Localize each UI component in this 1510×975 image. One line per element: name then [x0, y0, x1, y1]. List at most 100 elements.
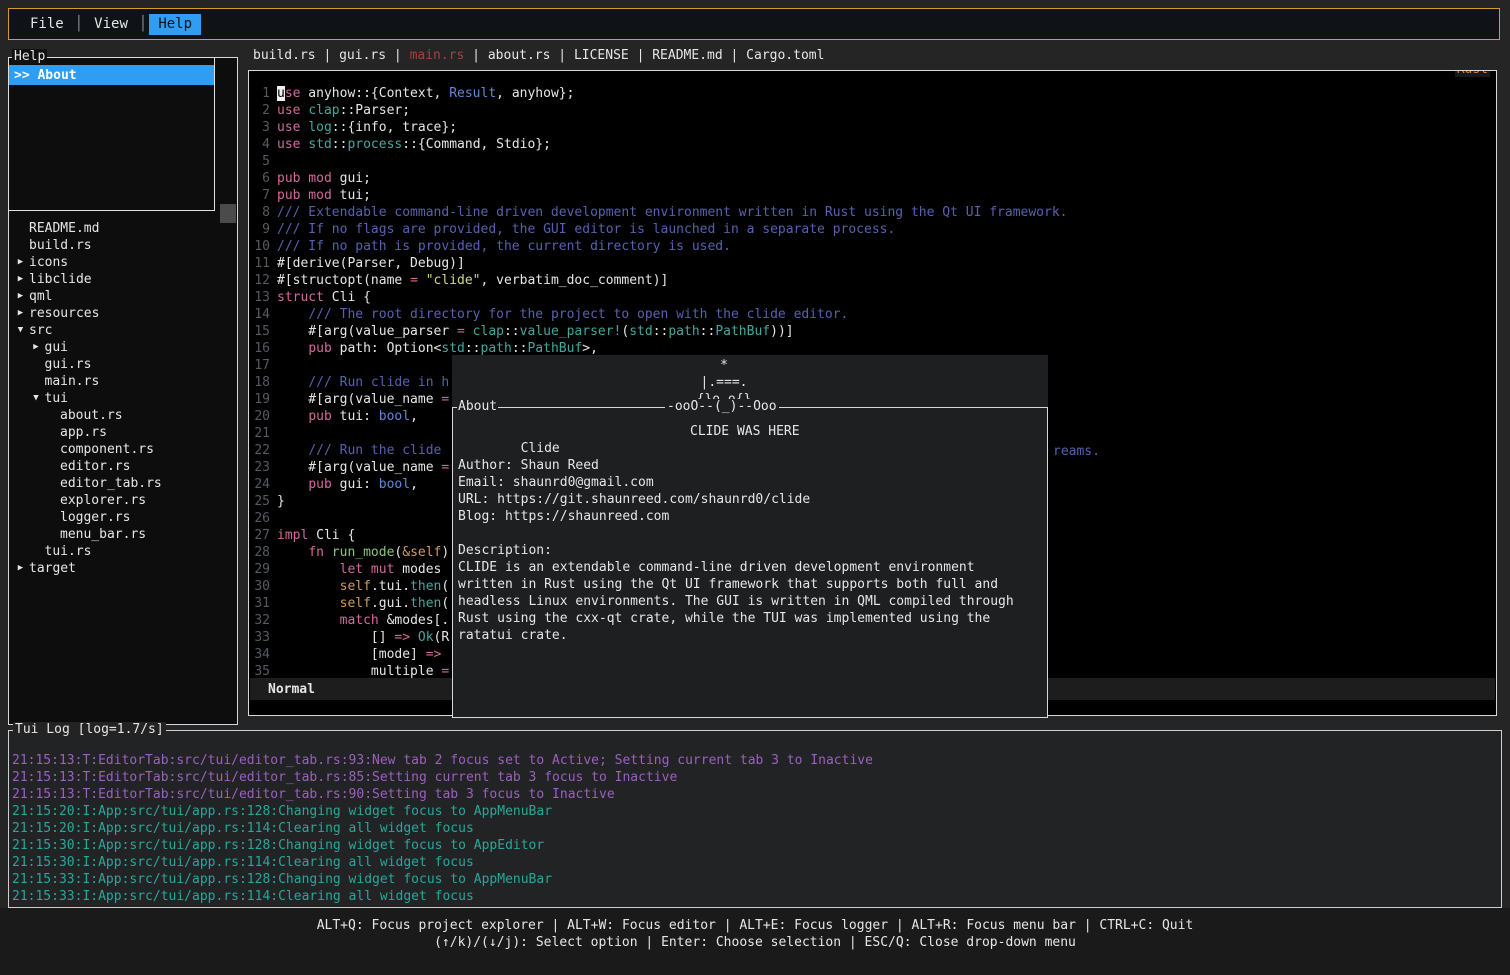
tree-item-label: resources: [29, 305, 99, 322]
help-menu-item-about[interactable]: >> About: [9, 65, 214, 85]
code-line[interactable]: 12#[structopt(name = "clide", verbatim_d…: [250, 272, 1495, 289]
tab-build.rs[interactable]: build.rs: [253, 47, 316, 65]
shortcut-hint-bar: ALT+Q: Focus project explorer | ALT+W: F…: [0, 908, 1510, 975]
triangle-right-icon[interactable]: ▶: [12, 271, 29, 288]
tree-item-logger.rs[interactable]: logger.rs: [10, 509, 236, 526]
tree-item-resources[interactable]: ▶resources: [10, 305, 236, 322]
line-number: 13: [250, 289, 270, 306]
line-number: 26: [250, 510, 270, 527]
tab-about.rs[interactable]: about.rs: [488, 47, 551, 65]
tab-separator: |: [386, 47, 409, 65]
menu-bar: File│View│Help: [8, 8, 1500, 40]
line-number: 3: [250, 119, 270, 136]
triangle-right-icon[interactable]: ▶: [12, 305, 29, 322]
line-number: 29: [250, 561, 270, 578]
tree-item-gui.rs[interactable]: gui.rs: [10, 356, 236, 373]
ascii-art-line: |.===.: [426, 374, 1022, 391]
code-line[interactable]: 6pub mod gui;: [250, 170, 1495, 187]
code-line[interactable]: 3use log::{info, trace};: [250, 119, 1495, 136]
tab-separator: |: [550, 47, 573, 65]
tab-main.rs[interactable]: main.rs: [410, 47, 465, 65]
explorer-scrollbar-thumb[interactable]: [220, 204, 236, 223]
about-popup-line: Author: Shaun Reed: [458, 457, 1042, 474]
tree-item-editor_tab.rs[interactable]: editor_tab.rs: [10, 475, 236, 492]
code-line[interactable]: 7pub mod tui;: [250, 187, 1495, 204]
tree-item-label: README.md: [29, 220, 99, 237]
tree-item-icons[interactable]: ▶icons: [10, 254, 236, 271]
tree-item-editor.rs[interactable]: editor.rs: [10, 458, 236, 475]
tree-item-tui.rs[interactable]: tui.rs: [10, 543, 236, 560]
about-app-name: Clide: [521, 441, 560, 456]
log-entry: 21:15:13:T:EditorTab:src/tui/editor_tab.…: [12, 769, 1498, 786]
code-line[interactable]: 14 /// The root directory for the projec…: [250, 306, 1495, 323]
log-entry: 21:15:13:T:EditorTab:src/tui/editor_tab.…: [12, 786, 1498, 803]
tree-item-menu_bar.rs[interactable]: menu_bar.rs: [10, 526, 236, 543]
triangle-right-icon[interactable]: ▶: [12, 288, 29, 305]
tree-item-qml[interactable]: ▶qml: [10, 288, 236, 305]
tree-item-explorer.rs[interactable]: explorer.rs: [10, 492, 236, 509]
code-line[interactable]: 2use clap::Parser;: [250, 102, 1495, 119]
about-popup-lines: Author: Shaun ReedEmail: shaunrd0@gmail.…: [458, 440, 1042, 644]
about-popup-line: URL: https://git.shaunreed.com/shaunrd0/…: [458, 491, 1042, 508]
tab-separator: |: [629, 47, 652, 65]
tab-gui.rs[interactable]: gui.rs: [339, 47, 386, 65]
triangle-right-icon[interactable]: ▶: [12, 254, 29, 271]
tree-item-README.md[interactable]: README.md: [10, 220, 236, 237]
tree-item-app.rs[interactable]: app.rs: [10, 424, 236, 441]
line-number: 18: [250, 374, 270, 391]
code-line[interactable]: 5: [250, 153, 1495, 170]
line-number: 17: [250, 357, 270, 374]
tree-item-component.rs[interactable]: component.rs: [10, 441, 236, 458]
triangle-down-icon[interactable]: ▼: [12, 322, 29, 339]
line-number: 21: [250, 425, 270, 442]
tree-item-src[interactable]: ▼src: [10, 322, 236, 339]
tree-item-gui[interactable]: ▶gui: [10, 339, 236, 356]
about-popup: *|.===.{}o o{} About -ooO--(_)--Ooo Clid…: [452, 355, 1048, 718]
line-number: 28: [250, 544, 270, 561]
about-name-row: Clide CLIDE WAS HERE: [458, 423, 1042, 440]
file-tree: README.mdbuild.rs▶icons▶libclide▶qml▶res…: [10, 220, 236, 577]
tree-item-target[interactable]: ▶target: [10, 560, 236, 577]
line-number: 31: [250, 595, 270, 612]
code-line[interactable]: 8/// Extendable command-line driven deve…: [250, 204, 1495, 221]
line-number: 24: [250, 476, 270, 493]
code-line[interactable]: 13struct Cli {: [250, 289, 1495, 306]
line-number: 2: [250, 102, 270, 119]
tree-item-label: gui: [45, 339, 68, 356]
tree-item-build.rs[interactable]: build.rs: [10, 237, 236, 254]
menu-item-file[interactable]: File: [21, 14, 73, 35]
triangle-down-icon[interactable]: ▼: [28, 390, 45, 407]
triangle-right-icon[interactable]: ▶: [12, 560, 29, 577]
tree-item-label: libclide: [29, 271, 92, 288]
code-line[interactable]: 10/// If no path is provided, the curren…: [250, 238, 1495, 255]
tab-README.md[interactable]: README.md: [652, 47, 722, 65]
tree-item-label: target: [29, 560, 76, 577]
code-line[interactable]: 11#[derive(Parser, Debug)]: [250, 255, 1495, 272]
about-popup-line: CLIDE is an extendable command-line driv…: [458, 559, 1042, 576]
tree-item-label: icons: [29, 254, 68, 271]
triangle-right-icon[interactable]: ▶: [28, 339, 45, 356]
line-number: 16: [250, 340, 270, 357]
menu-item-view[interactable]: View: [85, 14, 137, 35]
line-number: 11: [250, 255, 270, 272]
tree-item-about.rs[interactable]: about.rs: [10, 407, 236, 424]
code-line[interactable]: 9/// If no flags are provided, the GUI e…: [250, 221, 1495, 238]
line-number: 10: [250, 238, 270, 255]
code-line[interactable]: 4use std::process::{Command, Stdio};: [250, 136, 1495, 153]
hint-line-1: ALT+Q: Focus project explorer | ALT+W: F…: [0, 917, 1510, 934]
line-number: 34: [250, 646, 270, 663]
editor-tab-bar: build.rs | gui.rs | main.rs | about.rs |…: [253, 47, 824, 65]
tab-LICENSE[interactable]: LICENSE: [574, 47, 629, 65]
tree-item-libclide[interactable]: ▶libclide: [10, 271, 236, 288]
tab-separator: |: [464, 47, 487, 65]
line-number: 33: [250, 629, 270, 646]
tree-item-tui[interactable]: ▼tui: [10, 390, 236, 407]
tree-item-main.rs[interactable]: main.rs: [10, 373, 236, 390]
about-popup-line: [458, 525, 1042, 542]
tree-item-label: component.rs: [60, 441, 154, 458]
tree-item-label: about.rs: [60, 407, 123, 424]
menu-item-help[interactable]: Help: [149, 14, 201, 35]
code-line[interactable]: 15 #[arg(value_parser = clap::value_pars…: [250, 323, 1495, 340]
code-line[interactable]: 1use anyhow::{Context, Result, anyhow};: [250, 85, 1495, 102]
tab-Cargo.toml[interactable]: Cargo.toml: [746, 47, 824, 65]
